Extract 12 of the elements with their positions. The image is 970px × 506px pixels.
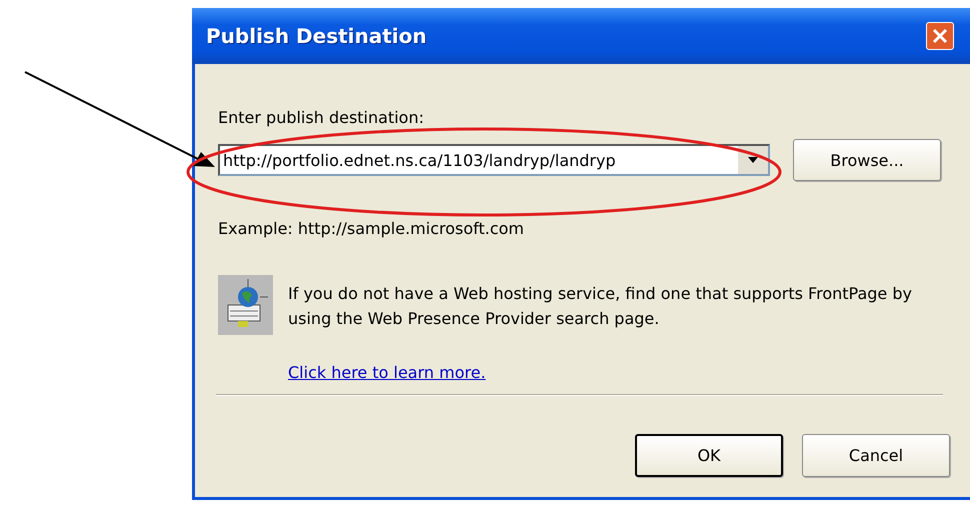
field-label: Enter publish destination: [218,108,425,129]
close-button[interactable] [926,22,954,50]
destination-combo-box[interactable]: http://portfolio.ednet.ns.ca/1103/landryp/landryp [218,144,770,176]
web-server-globe-icon [218,275,273,335]
browse-button[interactable]: Browse... [793,139,941,181]
window-title: Publish Destination [206,24,427,48]
example-text: Example: http://sample.microsoft.com [218,219,526,240]
close-icon[interactable] [931,27,949,45]
info-text: If you do not have a Web hosting service, find one that supports FrontPage by using the Web Presence Provider search page. [288,283,913,330]
cancel-button[interactable]: Cancel [802,434,950,477]
ok-button[interactable]: OK [635,434,783,477]
learn-more-link[interactable]: Click here to learn more. [288,363,486,382]
